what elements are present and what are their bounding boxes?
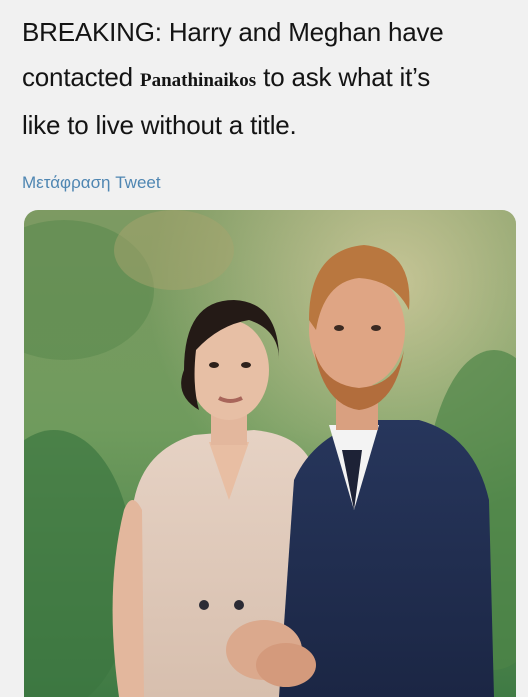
tweet-line-1: BREAKING: Harry and Meghan have bbox=[22, 17, 444, 47]
photo-icon bbox=[24, 210, 516, 697]
tweet-line-3: like to live without a title. bbox=[22, 110, 297, 140]
tweet-text: BREAKING: Harry and Meghan have contacte… bbox=[22, 10, 522, 148]
brand-name: Panathinaikos bbox=[139, 70, 257, 91]
tweet-line-2: contacted Panathinaikos to ask what it’s bbox=[22, 55, 522, 103]
tweet-line-2-start: contacted bbox=[22, 62, 133, 92]
tweet-line-2-end: to ask what it’s bbox=[263, 62, 431, 92]
translate-tweet-link[interactable]: Μετάφραση Tweet bbox=[22, 173, 161, 193]
tweet-photo[interactable] bbox=[24, 210, 516, 697]
